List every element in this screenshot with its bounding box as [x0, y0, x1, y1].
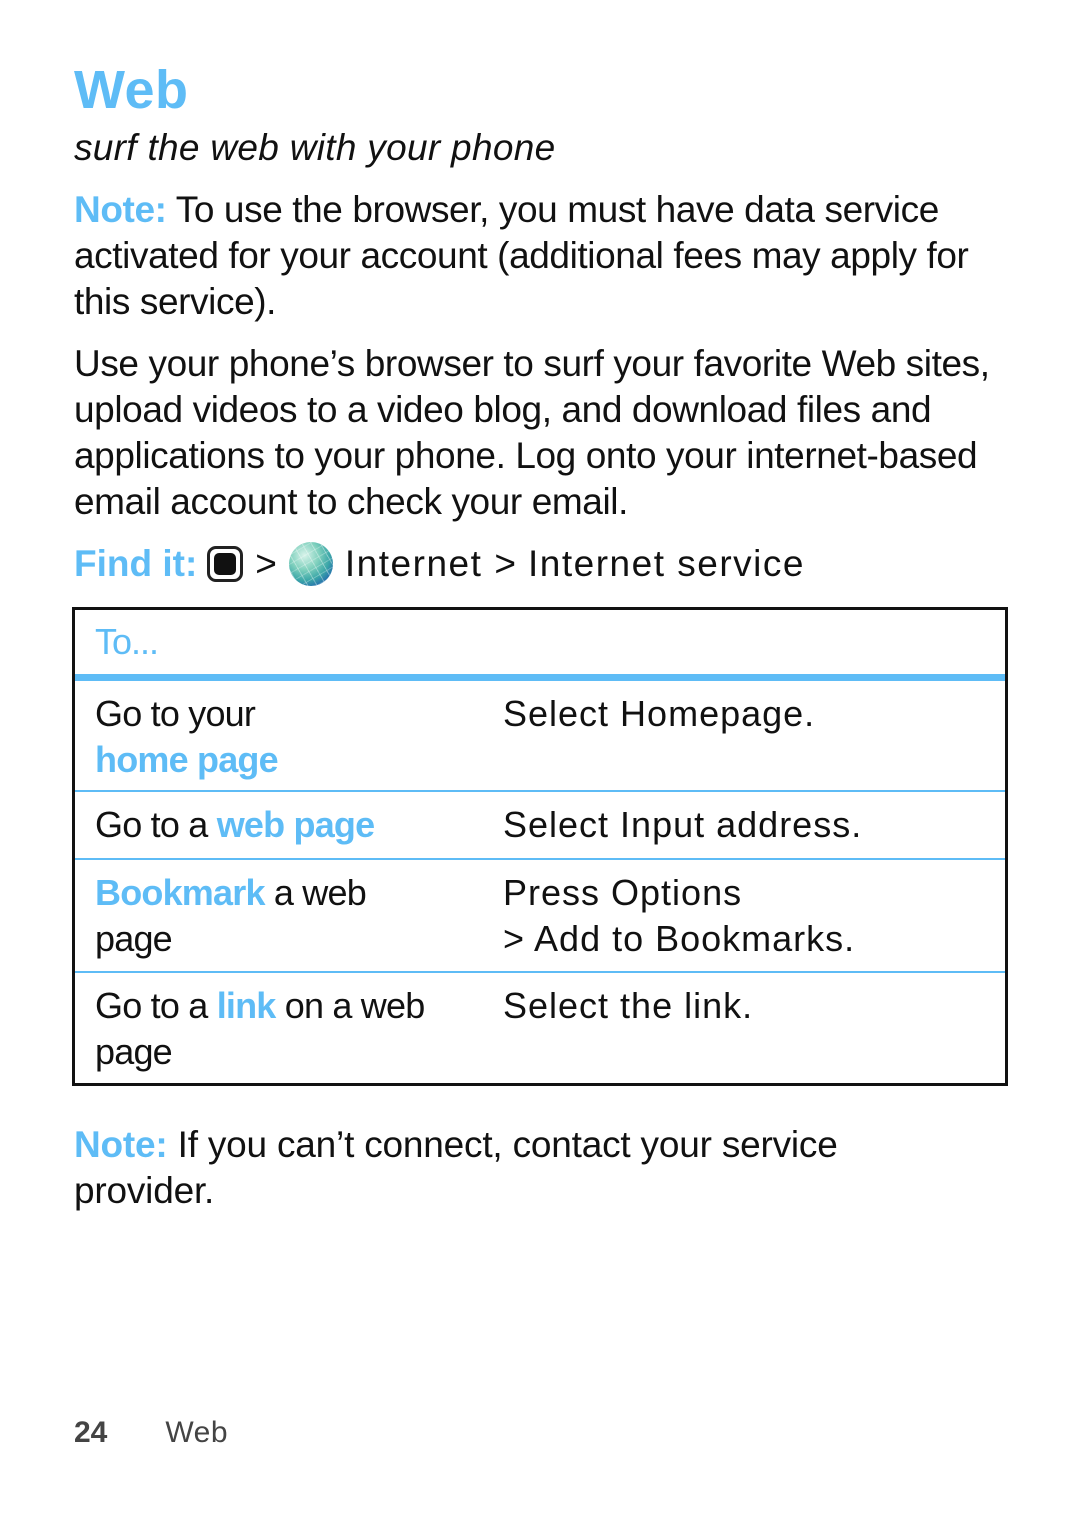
note-data-service: Note: To use the browser, you must have …	[74, 187, 1014, 325]
note-label: Note:	[74, 189, 167, 230]
page-number: 24	[74, 1416, 108, 1449]
intro-paragraph: Use your phone’s browser to surf your fa…	[74, 343, 990, 522]
table-cell-action: Select Homepage.	[503, 693, 816, 734]
path-separator: >	[494, 543, 516, 584]
path-separator: >	[255, 543, 277, 584]
table-cell-action: Select Input address.	[503, 804, 863, 845]
note-text: If you can’t connect, contact your servi…	[74, 1124, 838, 1211]
task-keyword: home page	[95, 739, 279, 780]
task-text: Go to your	[95, 693, 256, 734]
task-keyword: link	[216, 985, 277, 1026]
table-row: Go to your home page Select Homepage.	[75, 681, 1005, 790]
table-header: To...	[75, 610, 1005, 681]
table-row: Go to a web page Select Input address.	[75, 790, 1005, 858]
table-cell-action: Press Options > Add to Bookmarks.	[503, 870, 983, 962]
note-text: To use the browser, you must have data s…	[74, 189, 969, 322]
page-footer: 24 Web	[74, 1413, 228, 1453]
globe-icon	[288, 542, 333, 586]
table-cell-task: Go to a web page	[95, 802, 475, 848]
table-cell-task: Bookmark a web page	[95, 870, 425, 962]
table-cell-action: Select the link.	[503, 985, 754, 1026]
task-keyword: Bookmark	[95, 872, 265, 913]
task-keyword: web page	[216, 804, 375, 845]
table-header-label: To...	[95, 621, 159, 662]
menu-key-icon	[207, 546, 244, 582]
page-subtitle: surf the web with your phone	[74, 127, 556, 168]
page-title: Web	[74, 60, 189, 120]
path-step-internet-service: Internet service	[528, 543, 805, 584]
note-connection: Note: If you can’t connect, contact your…	[74, 1122, 974, 1214]
task-text: Go to a	[95, 985, 217, 1026]
path-step-internet: Internet	[344, 543, 483, 584]
table-row: Go to a link on a web page Select the li…	[75, 971, 1005, 1083]
table-row: Bookmark a web page Press Options > Add t…	[75, 858, 1005, 971]
find-it-path: Find it: > Internet > Internet service	[74, 540, 805, 588]
find-it-label: Find it:	[74, 543, 198, 584]
task-text: Go to a	[95, 804, 217, 845]
action-line: Press Options	[503, 872, 743, 913]
instructions-table: To... Go to your home page Select Homepa…	[72, 607, 1008, 1086]
table-cell-task: Go to your home page	[95, 691, 475, 783]
action-line: > Add to Bookmarks.	[503, 918, 856, 959]
table-cell-task: Go to a link on a web page	[95, 983, 465, 1075]
footer-section: Web	[165, 1416, 229, 1449]
note-label: Note:	[74, 1124, 168, 1165]
